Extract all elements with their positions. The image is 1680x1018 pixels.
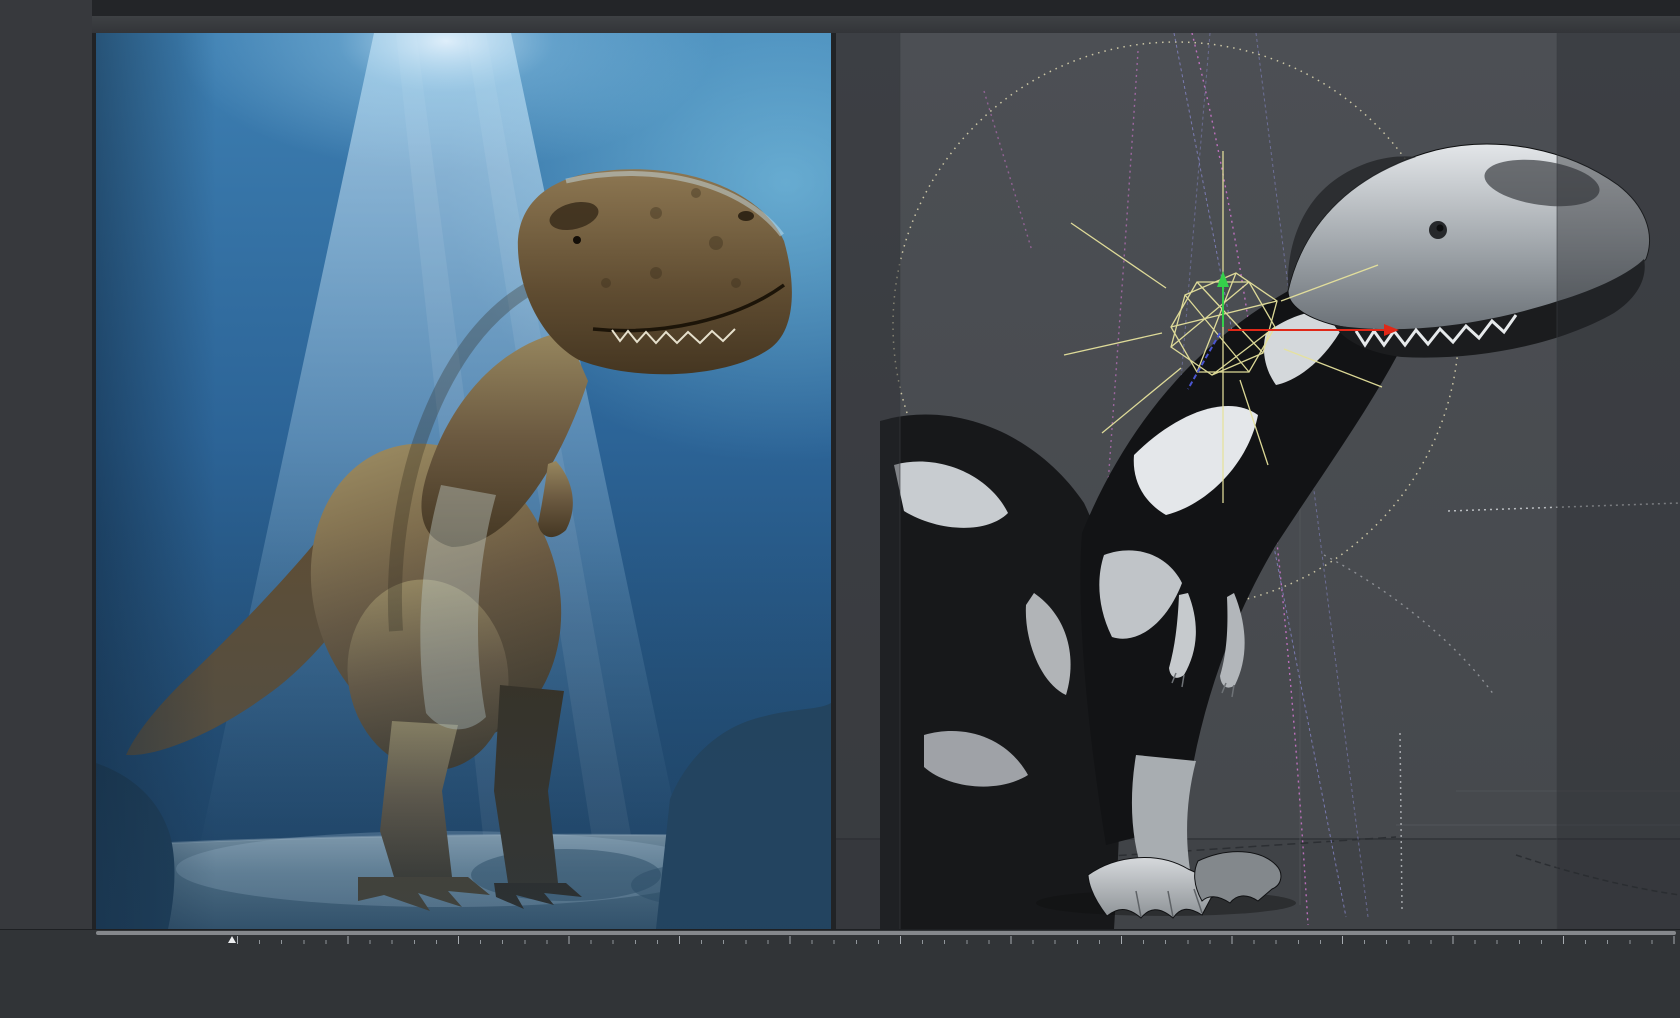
vpr-render-scene xyxy=(96,33,831,929)
viewport-right-canvas[interactable] xyxy=(836,33,1680,929)
lightwave-layout-window xyxy=(0,0,1680,1018)
tab-bar xyxy=(92,0,1680,16)
shaded-viewport-scene xyxy=(836,33,1680,929)
viewport-left-canvas[interactable] xyxy=(92,33,836,929)
status-bar xyxy=(0,929,1680,1018)
sidebar xyxy=(0,0,93,1018)
viewport-left-header xyxy=(92,16,878,34)
viewport-right-header xyxy=(878,16,1680,34)
frame-marker[interactable] xyxy=(228,936,236,943)
timeline-ruler[interactable] xyxy=(196,935,1678,944)
